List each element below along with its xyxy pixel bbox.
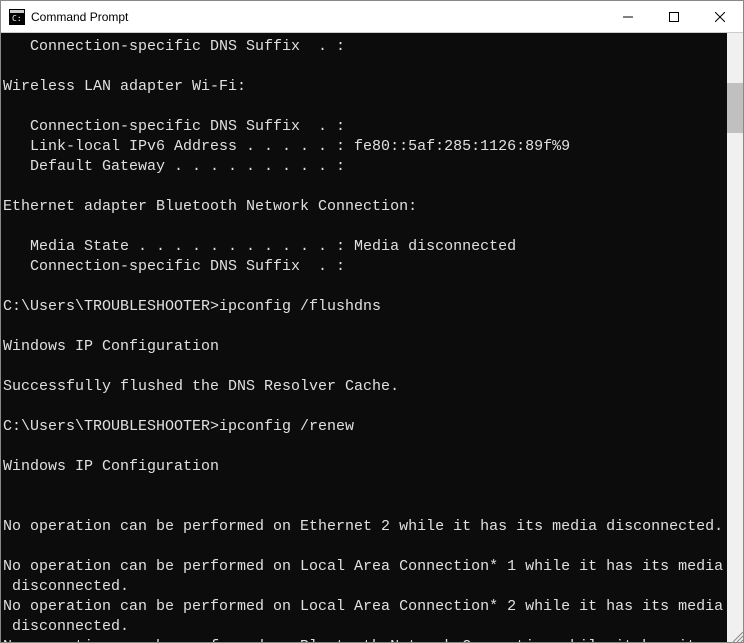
terminal-line: Media State . . . . . . . . . . . : Medi… [3,237,725,257]
terminal-line: Windows IP Configuration [3,337,725,357]
terminal-line: No operation can be performed on Local A… [3,597,725,617]
terminal-line: Connection-specific DNS Suffix . : [3,37,725,57]
terminal-line [3,277,725,297]
terminal-line [3,537,725,557]
titlebar[interactable]: C: Command Prompt [1,1,743,33]
terminal-line: Wireless LAN adapter Wi-Fi: [3,77,725,97]
close-button[interactable] [697,1,743,32]
terminal-output[interactable]: Connection-specific DNS Suffix . : Wirel… [1,33,727,642]
svg-text:C:: C: [12,14,22,23]
maximize-button[interactable] [651,1,697,32]
scrollbar[interactable] [727,33,743,642]
terminal-line [3,97,725,117]
resize-grip-icon [727,628,743,642]
terminal-line: disconnected. [3,617,725,637]
terminal-line [3,497,725,517]
terminal-line [3,437,725,457]
terminal-line [3,477,725,497]
terminal-line: No operation can be performed on Local A… [3,557,725,577]
terminal-line: Connection-specific DNS Suffix . : [3,257,725,277]
terminal-line: C:\Users\TROUBLESHOOTER>ipconfig /renew [3,417,725,437]
terminal-line [3,317,725,337]
terminal-line [3,357,725,377]
terminal-line: No operation can be performed on Bluetoo… [3,637,725,642]
terminal-line [3,177,725,197]
cmd-icon: C: [9,9,25,25]
terminal-line [3,217,725,237]
scroll-thumb[interactable] [727,83,743,133]
terminal-line: No operation can be performed on Etherne… [3,517,725,537]
terminal-line: Default Gateway . . . . . . . . . : [3,157,725,177]
terminal-line [3,397,725,417]
window-title: Command Prompt [31,10,605,24]
terminal-line: disconnected. [3,577,725,597]
terminal-line: C:\Users\TROUBLESHOOTER>ipconfig /flushd… [3,297,725,317]
terminal-line: Ethernet adapter Bluetooth Network Conne… [3,197,725,217]
terminal-line [3,57,725,77]
terminal-area: Connection-specific DNS Suffix . : Wirel… [1,33,743,642]
terminal-line: Link-local IPv6 Address . . . . . : fe80… [3,137,725,157]
terminal-line: Windows IP Configuration [3,457,725,477]
window-controls [605,1,743,32]
terminal-line: Connection-specific DNS Suffix . : [3,117,725,137]
terminal-line: Successfully flushed the DNS Resolver Ca… [3,377,725,397]
minimize-button[interactable] [605,1,651,32]
